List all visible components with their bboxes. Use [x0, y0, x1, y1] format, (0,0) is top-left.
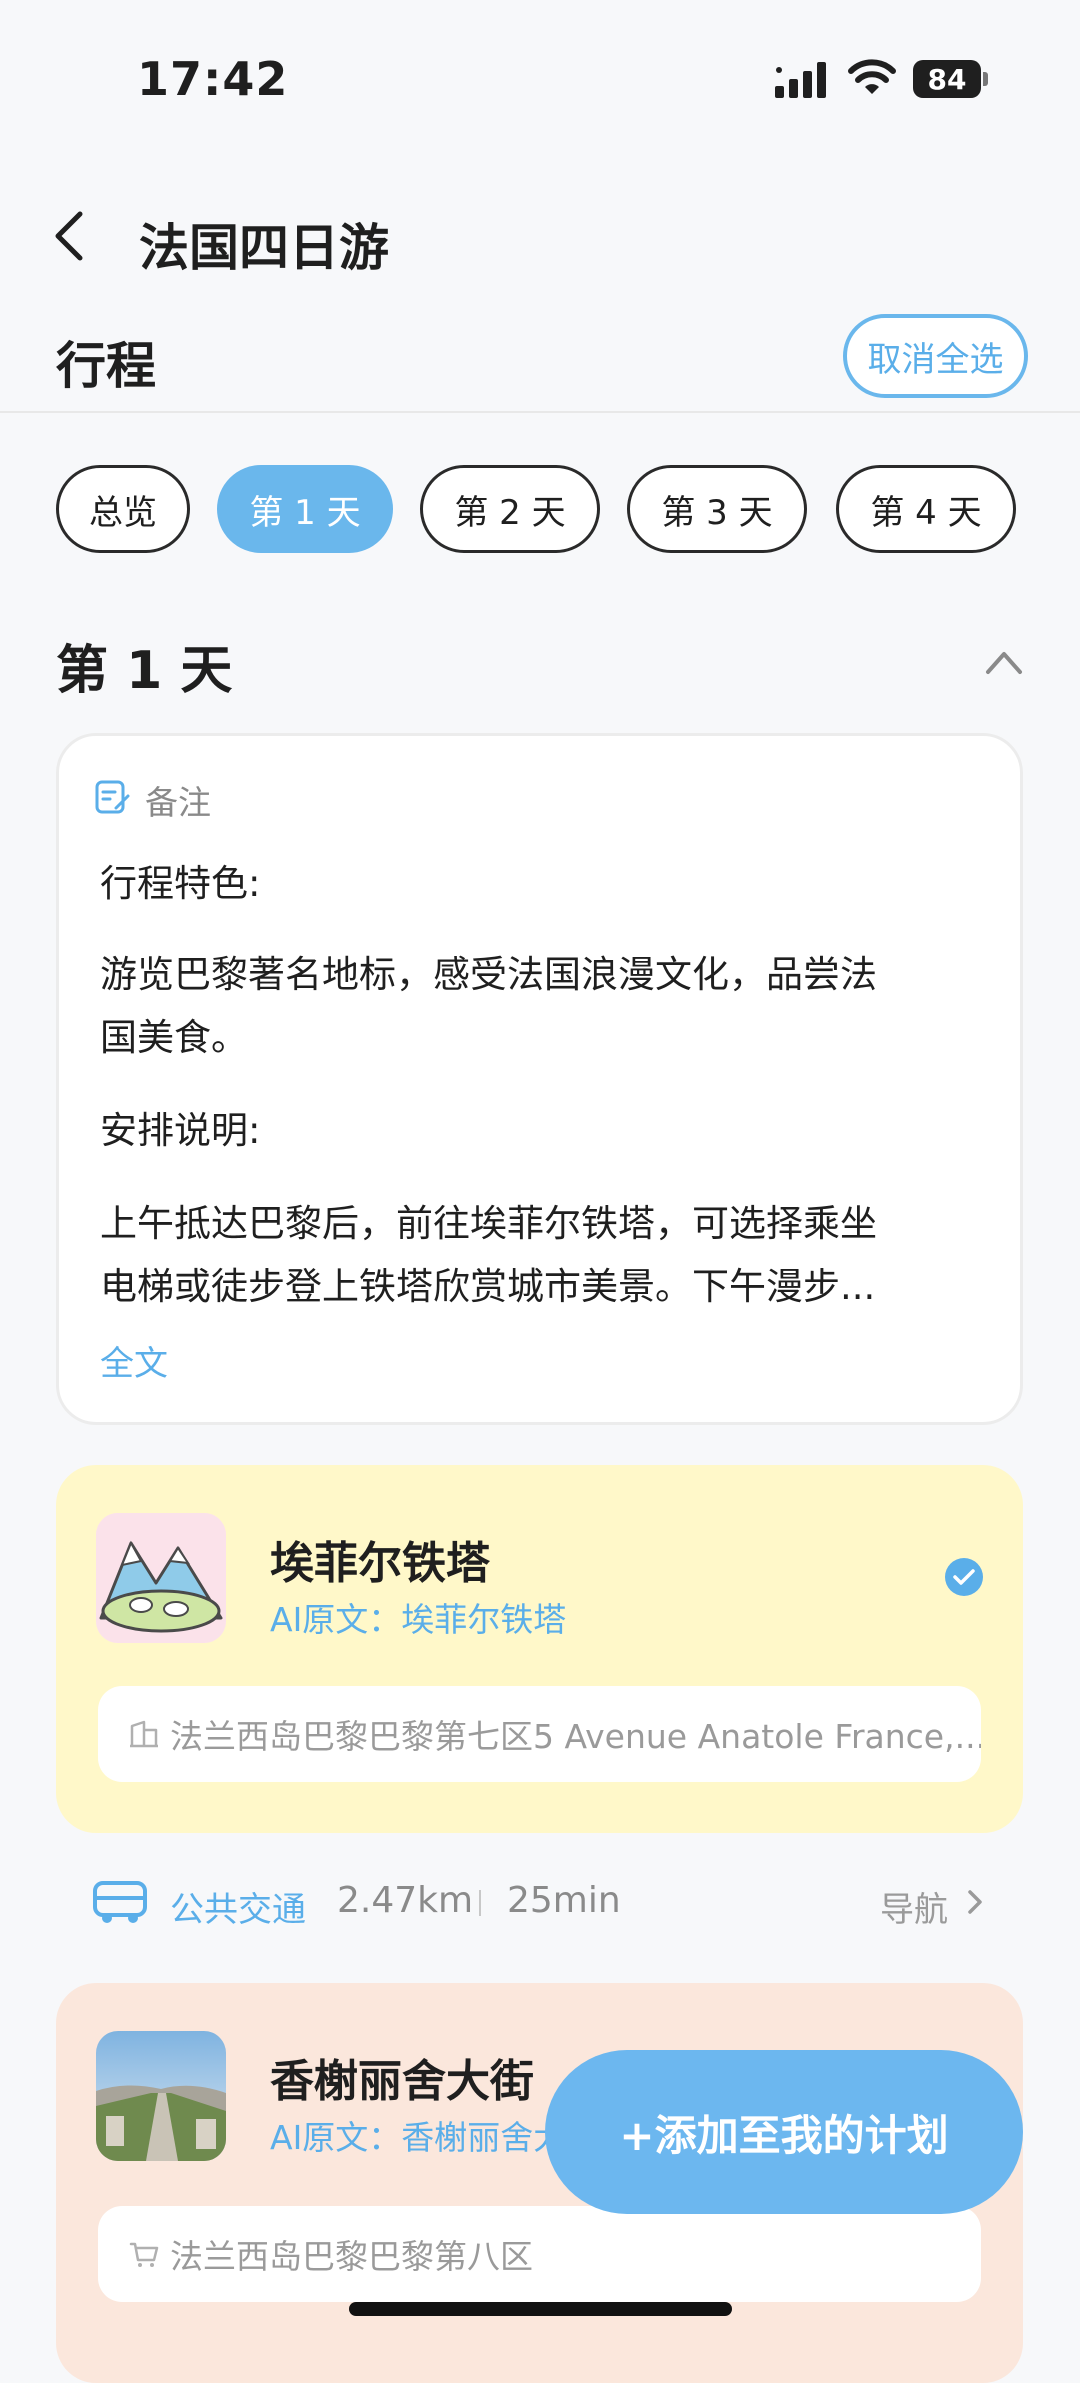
- selected-check-icon[interactable]: [945, 1558, 983, 1596]
- shop-icon: [129, 2242, 159, 2267]
- poi-address-text: 法兰西岛巴黎巴黎第七区5 Avenue Anatole France,...: [170, 1717, 981, 1756]
- avenue-photo-icon: [96, 2031, 226, 2161]
- note-label: 备注: [145, 783, 211, 822]
- divider: [0, 411, 1080, 413]
- note-card: [56, 733, 1023, 1425]
- wifi-icon: [848, 59, 896, 94]
- page-title: 法国四日游: [139, 219, 389, 277]
- poi-address[interactable]: 法兰西岛巴黎巴黎第八区: [98, 2206, 981, 2302]
- day-title: 第 1 天: [56, 641, 233, 701]
- tab-day-1[interactable]: 第 1 天: [217, 465, 393, 553]
- battery-indicator: 84: [913, 60, 981, 98]
- arrangement-heading: 安排说明:: [100, 1109, 261, 1152]
- full-text-link[interactable]: 全文: [100, 1336, 168, 1385]
- transport-distance: 2.47km: [337, 1880, 474, 1921]
- add-to-my-plan-button[interactable]: +添加至我的计划: [545, 2050, 1023, 2214]
- section-title: 行程: [56, 337, 156, 395]
- poi-ai-source: AI原文：埃菲尔铁塔: [270, 1600, 567, 1639]
- feature-line-2: 国美食。: [100, 1016, 248, 1059]
- separator: [479, 1890, 481, 1916]
- transport-duration: 25min: [507, 1880, 621, 1921]
- transport-mode: 公共交通: [170, 1890, 306, 1930]
- home-indicator: [349, 2302, 732, 2316]
- bus-icon: [93, 1881, 147, 1923]
- building-icon: [130, 1720, 158, 1748]
- note-edit-icon: [95, 780, 130, 814]
- poi-card-eiffel[interactable]: 埃菲尔铁塔 AI原文：埃菲尔铁塔 法兰西岛巴黎巴黎第七区5 Avenue Ana…: [56, 1465, 1023, 1833]
- poi-name: 香榭丽舍大街: [270, 2056, 534, 2107]
- tab-day-3[interactable]: 第 3 天: [627, 465, 807, 553]
- tab-overview[interactable]: 总览: [56, 465, 190, 553]
- battery-tip: [983, 72, 988, 86]
- mountain-illustration-icon: [96, 1513, 226, 1643]
- tab-day-4[interactable]: 第 4 天: [836, 465, 1016, 553]
- cellular-signal-icon: [775, 62, 826, 98]
- feature-heading: 行程特色:: [100, 862, 261, 905]
- poi-address[interactable]: 法兰西岛巴黎巴黎第七区5 Avenue Anatole France,...: [98, 1686, 981, 1782]
- back-chevron-icon[interactable]: [50, 208, 90, 264]
- chevron-up-icon[interactable]: [984, 646, 1024, 676]
- chevron-right-icon[interactable]: [966, 1888, 984, 1916]
- poi-address-text: 法兰西岛巴黎巴黎第八区: [170, 2237, 533, 2276]
- arrangement-line-1: 上午抵达巴黎后，前往埃菲尔铁塔，可选择乘坐: [100, 1202, 877, 1245]
- status-time: 17:42: [137, 52, 289, 106]
- cancel-select-all-button[interactable]: 取消全选: [843, 314, 1028, 398]
- arrangement-line-2: 电梯或徒步登上铁塔欣赏城市美景。下午漫步...: [100, 1265, 876, 1308]
- feature-line-1: 游览巴黎著名地标，感受法国浪漫文化，品尝法: [100, 953, 877, 996]
- poi-name: 埃菲尔铁塔: [270, 1538, 490, 1589]
- tab-day-2[interactable]: 第 2 天: [420, 465, 600, 553]
- navigation-link[interactable]: 导航: [880, 1882, 948, 1931]
